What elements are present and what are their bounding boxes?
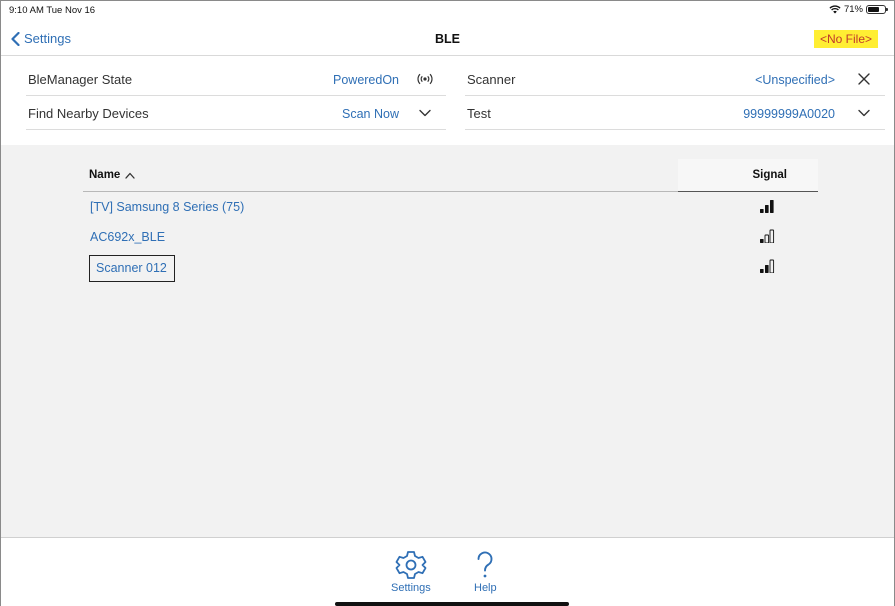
battery-fill [868, 7, 880, 12]
broadcast-icon [417, 73, 433, 85]
signal-bar [765, 265, 769, 273]
signal-strength-icon [760, 259, 775, 273]
file-button[interactable]: <No File> [813, 30, 878, 48]
signal-bar [769, 259, 775, 273]
signal-strength-icon [760, 200, 774, 213]
test-value[interactable]: 99999999A0020 [743, 107, 835, 121]
signal-bar [760, 269, 764, 273]
find-devices-row: Find Nearby Devices Scan Now [26, 97, 446, 130]
test-row: Test 99999999A0020 [465, 97, 885, 130]
close-icon [858, 73, 870, 85]
signal-strength-icon [760, 229, 775, 243]
home-indicator [335, 602, 569, 606]
test-label: Test [467, 106, 491, 121]
devices-table: Name Signal [TV] Samsung 8 Series (75) A… [83, 159, 818, 282]
signal-bar [769, 229, 775, 243]
device-name: [TV] Samsung 8 Series (75) [90, 200, 245, 214]
table-row[interactable]: Scanner 012 [83, 252, 818, 282]
signal-bar [764, 234, 770, 243]
tab-help-label: Help [474, 582, 497, 594]
signal-bar [770, 200, 774, 213]
find-devices-label: Find Nearby Devices [28, 106, 149, 121]
table-row[interactable]: [TV] Samsung 8 Series (75) [83, 192, 818, 222]
name-column-header[interactable]: Name [89, 169, 135, 181]
clear-scanner-button[interactable] [853, 69, 875, 89]
table-row[interactable]: AC692x_BLE [83, 222, 818, 252]
signal-bar [765, 205, 769, 213]
find-devices-dropdown[interactable] [414, 103, 436, 123]
wifi-icon [829, 5, 841, 14]
nav-bar: Settings BLE <No File> [1, 23, 894, 56]
chevron-down-icon [419, 109, 431, 117]
signal-column-header[interactable]: Signal [678, 159, 818, 192]
gear-icon [395, 551, 427, 579]
chevron-up-icon [125, 172, 135, 179]
signal-bar [760, 209, 764, 213]
test-dropdown[interactable] [853, 103, 875, 123]
ble-state-value: PoweredOn [333, 73, 400, 87]
device-name: AC692x_BLE [90, 230, 166, 244]
name-column-label: Name [89, 169, 121, 181]
scanner-row: Scanner <Unspecified> [465, 63, 885, 96]
signal-bar [760, 239, 764, 243]
ble-state-label: BleManager State [28, 72, 133, 87]
ble-state-row: BleManager State PoweredOn [26, 63, 446, 96]
tab-settings[interactable]: Settings [391, 550, 431, 594]
battery-icon [866, 5, 888, 14]
chevron-down-icon [858, 109, 870, 117]
scanner-label: Scanner [467, 72, 516, 87]
scan-now-button[interactable]: Scan Now [342, 107, 399, 121]
tab-bar: Settings Help [1, 537, 894, 606]
page-title: BLE [435, 32, 460, 46]
scanner-value[interactable]: <Unspecified> [755, 73, 835, 87]
device-name: Scanner 012 [89, 255, 175, 282]
status-time: 9:10 AM Tue Nov 16 [9, 5, 96, 16]
table-header: Name Signal [83, 159, 818, 192]
tab-settings-label: Settings [391, 582, 431, 594]
battery-percent: 71% [843, 4, 863, 15]
tab-help[interactable]: Help [474, 550, 497, 594]
app-window: 9:10 AM Tue Nov 16 71% Settings BLE <No … [0, 0, 895, 606]
signal-column-label: Signal [752, 169, 787, 181]
status-bar: 9:10 AM Tue Nov 16 71% [1, 1, 894, 19]
status-right: 71% [829, 4, 888, 15]
question-mark-icon [477, 551, 493, 578]
broadcast-button[interactable] [414, 69, 436, 89]
